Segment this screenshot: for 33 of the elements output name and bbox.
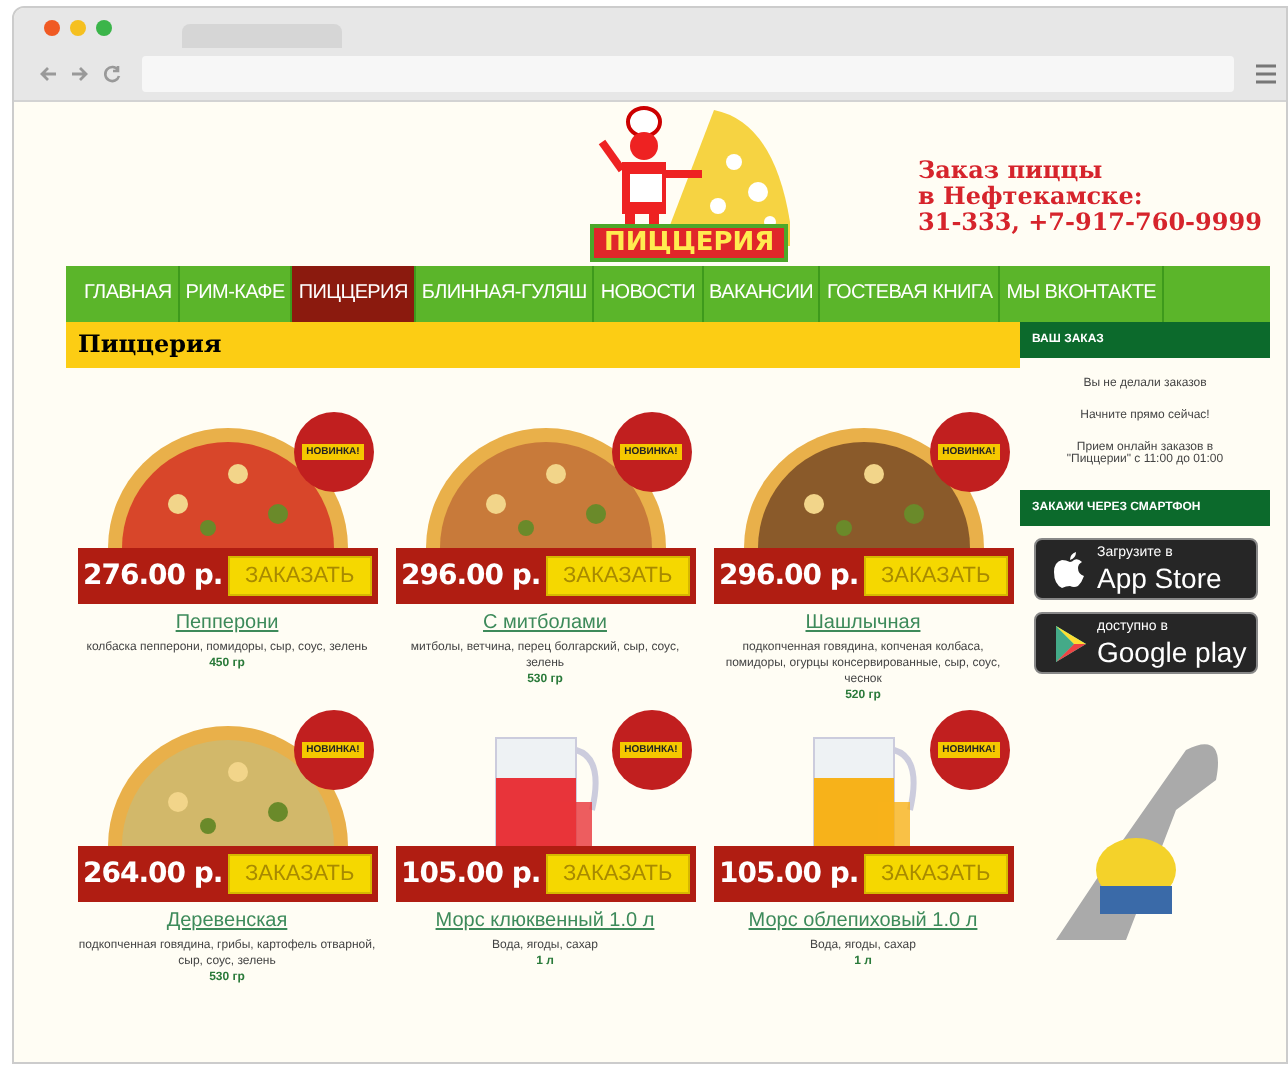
price-text: 296.00 р.: [719, 560, 859, 592]
maximize-dot[interactable]: [96, 20, 112, 36]
reload-icon[interactable]: [102, 64, 122, 84]
page-title: Пиццерия: [66, 322, 1020, 368]
nav-item[interactable]: ПИЦЦЕРИЯ: [292, 266, 416, 322]
apple-icon: [1051, 549, 1087, 589]
play-triangle-icon: [1051, 623, 1087, 663]
order-button[interactable]: ЗАКАЗАТЬ: [228, 556, 371, 596]
order-button[interactable]: ЗАКАЗАТЬ: [546, 854, 689, 894]
close-dot[interactable]: [44, 20, 60, 36]
price-text: 264.00 р.: [83, 858, 223, 890]
header-contact-text: 31-333, +7-917-760-9999: [918, 210, 1262, 236]
order-button[interactable]: ЗАКАЗАТЬ: [228, 854, 371, 894]
logo-text: ПИЦЦЕРИЯ: [590, 224, 789, 262]
forward-arrow-icon[interactable]: [70, 64, 90, 84]
product-name-link[interactable]: С митболами: [483, 612, 607, 634]
minimize-dot[interactable]: [70, 20, 86, 36]
order-button[interactable]: ЗАКАЗАТЬ: [546, 556, 689, 596]
price-text: 105.00 р.: [401, 858, 541, 890]
price-text: 276.00 р.: [83, 560, 223, 592]
menu-icon[interactable]: [1254, 62, 1278, 86]
order-button[interactable]: ЗАКАЗАТЬ: [864, 854, 1007, 894]
order-button[interactable]: ЗАКАЗАТЬ: [864, 556, 1007, 596]
product-name-link[interactable]: Пепперони: [175, 612, 279, 634]
header-contact-text: в Нефтекамске:: [918, 184, 1145, 210]
price-text: 105.00 р.: [719, 858, 859, 890]
product-name-link[interactable]: Шашлычная: [805, 612, 921, 634]
product-name-link[interactable]: Морс клюквенный 1.0 л: [435, 910, 655, 932]
price-text: 296.00 р.: [401, 560, 541, 592]
product-name-link[interactable]: Морс облепиховый 1.0 л: [748, 910, 978, 932]
product-name-link[interactable]: Деревенская: [166, 910, 288, 932]
back-arrow-icon[interactable]: [38, 64, 58, 84]
header-contact-text: Заказ пиццы: [918, 158, 1105, 184]
